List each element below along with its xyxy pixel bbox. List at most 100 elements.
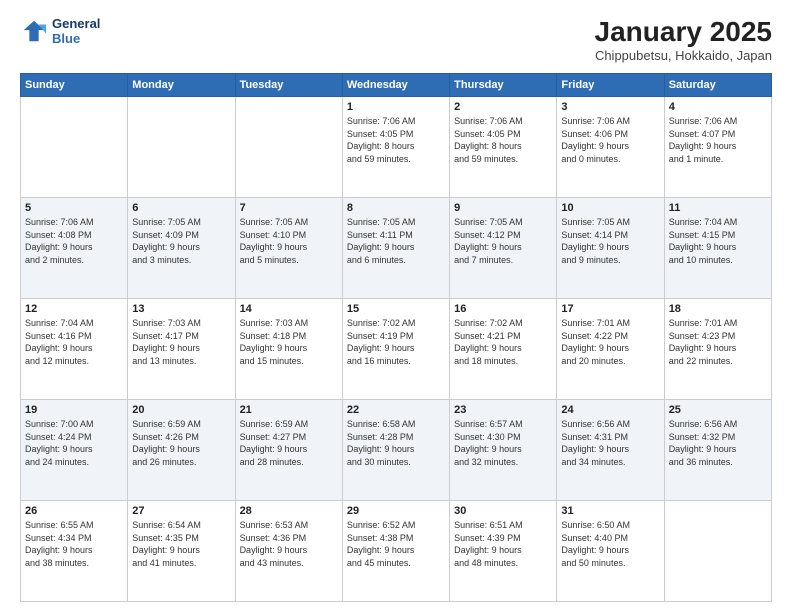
column-header-friday: Friday xyxy=(557,74,664,97)
calendar-cell: 20Sunrise: 6:59 AM Sunset: 4:26 PM Dayli… xyxy=(128,400,235,501)
calendar-cell: 24 Sunrise: 6:56 AM Sunset: 4:31 PM Dayli… xyxy=(557,400,664,501)
day-number: 26 xyxy=(25,505,123,517)
calendar-cell: 2 Sunrise: 7:06 AM Sunset: 4:05 PM Daylig… xyxy=(450,97,557,198)
day-info: Sunrise: 6:54 AM Sunset: 4:35 PM Dayligh… xyxy=(132,519,230,569)
week-row: 19Sunrise: 7:00 AM Sunset: 4:24 PM Dayli… xyxy=(21,400,772,501)
calendar-cell: 5Sunrise: 7:06 AM Sunset: 4:08 PM Daylig… xyxy=(21,198,128,299)
calendar-cell: 11 Sunrise: 7:04 AM Sunset: 4:15 PM Dayli… xyxy=(664,198,771,299)
week-row: 1 Sunrise: 7:06 AM Sunset: 4:05 PM Daylig… xyxy=(21,97,772,198)
day-number: 24 xyxy=(561,404,659,416)
day-number: 7 xyxy=(240,202,338,214)
calendar-cell xyxy=(235,97,342,198)
day-info: Sunrise: 7:03 AM Sunset: 4:18 PM Dayligh… xyxy=(240,317,338,367)
day-info: Sunrise: 7:05 AM Sunset: 4:11 PM Dayligh… xyxy=(347,216,445,266)
day-number: 4 xyxy=(669,101,767,113)
day-info: Sunrise: 6:59 AM Sunset: 4:26 PM Dayligh… xyxy=(132,418,230,468)
column-header-wednesday: Wednesday xyxy=(342,74,449,97)
calendar-cell: 9 Sunrise: 7:05 AM Sunset: 4:12 PM Daylig… xyxy=(450,198,557,299)
header: General Blue January 2025 Chippubetsu, H… xyxy=(20,16,772,63)
calendar-cell: 18Sunrise: 7:01 AM Sunset: 4:23 PM Dayli… xyxy=(664,299,771,400)
calendar-cell: 8Sunrise: 7:05 AM Sunset: 4:11 PM Daylig… xyxy=(342,198,449,299)
calendar-cell xyxy=(664,501,771,602)
day-info: Sunrise: 6:56 AM Sunset: 4:32 PM Dayligh… xyxy=(669,418,767,468)
logo-icon xyxy=(20,17,48,45)
column-header-tuesday: Tuesday xyxy=(235,74,342,97)
day-number: 1 xyxy=(347,101,445,113)
day-info: Sunrise: 7:01 AM Sunset: 4:23 PM Dayligh… xyxy=(669,317,767,367)
day-info: Sunrise: 7:05 AM Sunset: 4:10 PM Dayligh… xyxy=(240,216,338,266)
day-number: 25 xyxy=(669,404,767,416)
day-number: 6 xyxy=(132,202,230,214)
day-number: 21 xyxy=(240,404,338,416)
calendar-cell: 26 Sunrise: 6:55 AM Sunset: 4:34 PM Dayli… xyxy=(21,501,128,602)
calendar-cell: 22 Sunrise: 6:58 AM Sunset: 4:28 PM Dayli… xyxy=(342,400,449,501)
calendar-cell: 17Sunrise: 7:01 AM Sunset: 4:22 PM Dayli… xyxy=(557,299,664,400)
day-number: 28 xyxy=(240,505,338,517)
day-number: 9 xyxy=(454,202,552,214)
day-info: Sunrise: 7:04 AM Sunset: 4:15 PM Dayligh… xyxy=(669,216,767,266)
calendar-cell: 14 Sunrise: 7:03 AM Sunset: 4:18 PM Dayli… xyxy=(235,299,342,400)
calendar-cell: 29 Sunrise: 6:52 AM Sunset: 4:38 PM Dayli… xyxy=(342,501,449,602)
title-block: January 2025 Chippubetsu, Hokkaido, Japa… xyxy=(595,16,772,63)
calendar-cell: 30Sunrise: 6:51 AM Sunset: 4:39 PM Dayli… xyxy=(450,501,557,602)
day-info: Sunrise: 6:52 AM Sunset: 4:38 PM Dayligh… xyxy=(347,519,445,569)
header-row: SundayMondayTuesdayWednesdayThursdayFrid… xyxy=(21,74,772,97)
calendar-cell xyxy=(21,97,128,198)
day-info: Sunrise: 7:00 AM Sunset: 4:24 PM Dayligh… xyxy=(25,418,123,468)
week-row: 26 Sunrise: 6:55 AM Sunset: 4:34 PM Dayli… xyxy=(21,501,772,602)
day-number: 11 xyxy=(669,202,767,214)
logo-text: General Blue xyxy=(52,16,100,46)
calendar-cell: 6 Sunrise: 7:05 AM Sunset: 4:09 PM Daylig… xyxy=(128,198,235,299)
column-header-saturday: Saturday xyxy=(664,74,771,97)
day-info: Sunrise: 7:04 AM Sunset: 4:16 PM Dayligh… xyxy=(25,317,123,367)
day-number: 16 xyxy=(454,303,552,315)
day-info: Sunrise: 7:05 AM Sunset: 4:09 PM Dayligh… xyxy=(132,216,230,266)
day-info: Sunrise: 7:05 AM Sunset: 4:12 PM Dayligh… xyxy=(454,216,552,266)
day-info: Sunrise: 7:03 AM Sunset: 4:17 PM Dayligh… xyxy=(132,317,230,367)
day-info: Sunrise: 7:02 AM Sunset: 4:19 PM Dayligh… xyxy=(347,317,445,367)
day-info: Sunrise: 7:06 AM Sunset: 4:05 PM Dayligh… xyxy=(347,115,445,165)
day-number: 27 xyxy=(132,505,230,517)
calendar-cell: 28 Sunrise: 6:53 AM Sunset: 4:36 PM Dayli… xyxy=(235,501,342,602)
day-info: Sunrise: 7:06 AM Sunset: 4:08 PM Dayligh… xyxy=(25,216,123,266)
day-info: Sunrise: 6:58 AM Sunset: 4:28 PM Dayligh… xyxy=(347,418,445,468)
calendar-cell: 7 Sunrise: 7:05 AM Sunset: 4:10 PM Daylig… xyxy=(235,198,342,299)
day-info: Sunrise: 6:59 AM Sunset: 4:27 PM Dayligh… xyxy=(240,418,338,468)
day-number: 12 xyxy=(25,303,123,315)
day-info: Sunrise: 6:55 AM Sunset: 4:34 PM Dayligh… xyxy=(25,519,123,569)
day-info: Sunrise: 7:05 AM Sunset: 4:14 PM Dayligh… xyxy=(561,216,659,266)
calendar-subtitle: Chippubetsu, Hokkaido, Japan xyxy=(595,48,772,63)
day-number: 13 xyxy=(132,303,230,315)
calendar-cell: 3Sunrise: 7:06 AM Sunset: 4:06 PM Daylig… xyxy=(557,97,664,198)
calendar-table: SundayMondayTuesdayWednesdayThursdayFrid… xyxy=(20,73,772,602)
day-info: Sunrise: 6:56 AM Sunset: 4:31 PM Dayligh… xyxy=(561,418,659,468)
logo: General Blue xyxy=(20,16,100,46)
day-number: 31 xyxy=(561,505,659,517)
calendar-cell: 1 Sunrise: 7:06 AM Sunset: 4:05 PM Daylig… xyxy=(342,97,449,198)
day-info: Sunrise: 7:02 AM Sunset: 4:21 PM Dayligh… xyxy=(454,317,552,367)
calendar-page: General Blue January 2025 Chippubetsu, H… xyxy=(0,0,792,612)
calendar-cell: 13 Sunrise: 7:03 AM Sunset: 4:17 PM Dayli… xyxy=(128,299,235,400)
calendar-cell: 23Sunrise: 6:57 AM Sunset: 4:30 PM Dayli… xyxy=(450,400,557,501)
calendar-cell: 15 Sunrise: 7:02 AM Sunset: 4:19 PM Dayli… xyxy=(342,299,449,400)
week-row: 12 Sunrise: 7:04 AM Sunset: 4:16 PM Dayli… xyxy=(21,299,772,400)
calendar-title: January 2025 xyxy=(595,16,772,48)
calendar-cell: 12 Sunrise: 7:04 AM Sunset: 4:16 PM Dayli… xyxy=(21,299,128,400)
column-header-sunday: Sunday xyxy=(21,74,128,97)
calendar-cell: 10Sunrise: 7:05 AM Sunset: 4:14 PM Dayli… xyxy=(557,198,664,299)
day-info: Sunrise: 7:06 AM Sunset: 4:05 PM Dayligh… xyxy=(454,115,552,165)
day-number: 14 xyxy=(240,303,338,315)
week-row: 5Sunrise: 7:06 AM Sunset: 4:08 PM Daylig… xyxy=(21,198,772,299)
calendar-cell xyxy=(128,97,235,198)
day-info: Sunrise: 6:53 AM Sunset: 4:36 PM Dayligh… xyxy=(240,519,338,569)
calendar-cell: 19Sunrise: 7:00 AM Sunset: 4:24 PM Dayli… xyxy=(21,400,128,501)
calendar-cell: 31Sunrise: 6:50 AM Sunset: 4:40 PM Dayli… xyxy=(557,501,664,602)
column-header-monday: Monday xyxy=(128,74,235,97)
day-number: 2 xyxy=(454,101,552,113)
day-number: 15 xyxy=(347,303,445,315)
calendar-cell: 21 Sunrise: 6:59 AM Sunset: 4:27 PM Dayli… xyxy=(235,400,342,501)
day-number: 22 xyxy=(347,404,445,416)
day-number: 29 xyxy=(347,505,445,517)
day-number: 3 xyxy=(561,101,659,113)
day-info: Sunrise: 6:51 AM Sunset: 4:39 PM Dayligh… xyxy=(454,519,552,569)
